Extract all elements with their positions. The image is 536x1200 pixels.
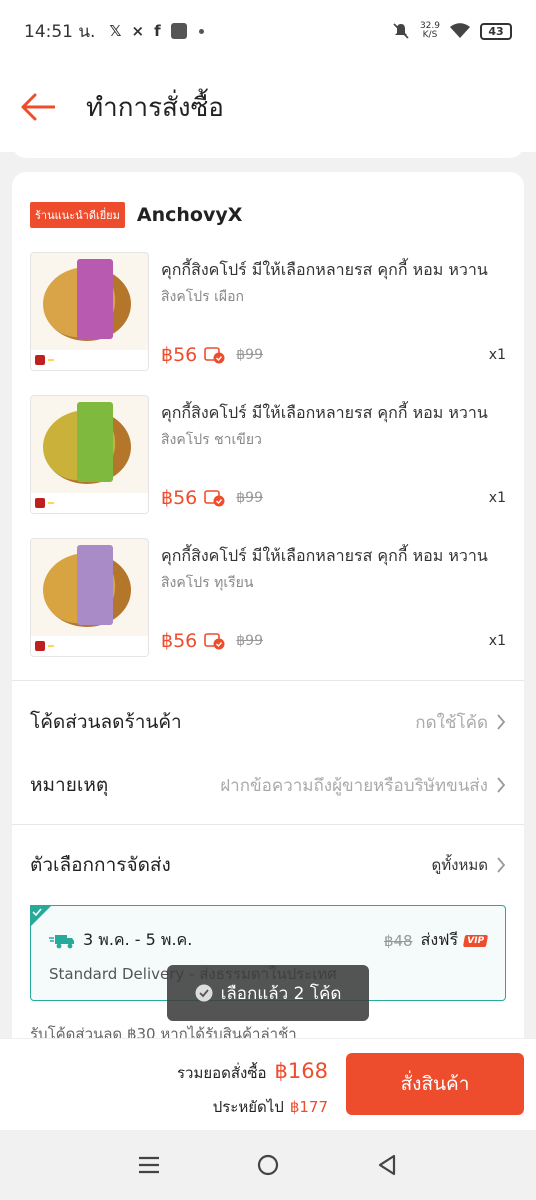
item-name: คุกกี้สิงคโปร์ มีให้เลือกหลายรส คุกกี้ ห… xyxy=(161,260,488,279)
item-variant: สิงคโปร ชาเขียว xyxy=(161,432,262,448)
item-old-price: ฿99 xyxy=(236,490,263,506)
delivery-dates: 3 พ.ค. - 5 พ.ค. xyxy=(83,930,193,949)
battery-indicator: 43 xyxy=(480,22,512,40)
item-price: ฿56 xyxy=(161,487,198,509)
note-label: หมายเหตุ xyxy=(30,774,109,796)
list-item[interactable]: คุกกี้สิงคโปร์ มีให้เลือกหลายรส คุกกี้ ห… xyxy=(30,538,506,658)
saved-value: ฿177 xyxy=(289,1098,328,1116)
app-bar: ทำการสั่งซื้อ xyxy=(0,62,536,152)
home-icon xyxy=(257,1154,279,1176)
guarantee-sticker xyxy=(48,502,54,504)
shipping-option-label: ตัวเลือกการจัดส่ง xyxy=(30,854,171,876)
wifi-icon xyxy=(450,23,470,38)
item-old-price: ฿99 xyxy=(236,347,263,363)
place-order-button[interactable]: สั่งสินค้า xyxy=(346,1053,524,1115)
shop-voucher-label: โค้ดส่วนลดร้านค้า xyxy=(30,711,182,733)
item-quantity: x1 xyxy=(488,347,506,363)
toast-message: เลือกแล้ว 2 โค้ด xyxy=(167,965,369,1021)
item-old-price: ฿99 xyxy=(236,633,263,649)
guarantee-sticker xyxy=(48,645,54,647)
shop-voucher-row[interactable]: โค้ดส่วนลดร้านค้า กดใช้โค้ด xyxy=(30,702,506,742)
item-price: ฿56 xyxy=(161,344,198,366)
shipping-old-fee: ฿48 xyxy=(383,931,413,950)
item-quantity: x1 xyxy=(488,490,506,506)
shipping-option-row[interactable]: ตัวเลือกการจัดส่ง ดูทั้งหมด xyxy=(30,845,506,885)
truck-icon xyxy=(49,934,74,948)
item-quantity: x1 xyxy=(488,633,506,649)
system-back-button[interactable] xyxy=(372,1150,402,1180)
toast-text: เลือกแล้ว 2 โค้ด xyxy=(220,983,342,1004)
coin-icon xyxy=(204,633,225,650)
shop-voucher-value: กดใช้โค้ด xyxy=(415,712,488,733)
system-nav-bar xyxy=(0,1130,536,1200)
saved-label: ประหยัดไป xyxy=(212,1098,284,1116)
chevron-right-icon xyxy=(497,714,506,730)
free-shipping-label: ส่งฟรี xyxy=(420,930,459,949)
coin-icon xyxy=(204,490,225,507)
recents-button[interactable] xyxy=(134,1150,164,1180)
chevron-right-icon xyxy=(497,857,506,873)
shop-name: AnchovyX xyxy=(136,204,243,226)
page-title: ทำการสั่งซื้อ xyxy=(86,92,224,123)
note-row[interactable]: หมายเหตุ ฝากข้อความถึงผู้ขายหรือบริษัทขน… xyxy=(30,765,506,805)
guarantee-sticker xyxy=(48,359,54,361)
status-bar: 14:51 น. 𝕏 ⨯ f 32.9 K/S 43 xyxy=(0,0,536,62)
network-speed: 32.9 K/S xyxy=(419,21,440,40)
mall-logo-icon xyxy=(35,641,45,651)
item-price: ฿56 xyxy=(161,630,198,652)
item-name: คุกกี้สิงคโปร์ มีให้เลือกหลายรส คุกกี้ ห… xyxy=(161,403,488,422)
more-notifications-icon xyxy=(198,28,204,34)
list-item[interactable]: คุกกี้สิงคโปร์ มีให้เลือกหลายรส คุกกี้ ห… xyxy=(30,395,506,515)
mall-logo-icon xyxy=(35,498,45,508)
divider xyxy=(12,824,524,825)
item-variant: สิงคโปร เผือก xyxy=(161,289,244,305)
product-thumbnail xyxy=(30,252,149,371)
product-box-image xyxy=(77,545,113,625)
back-arrow-icon xyxy=(21,93,55,121)
divider xyxy=(12,680,524,681)
app-notification-icon xyxy=(170,23,187,39)
capcut-icon: ⨯ xyxy=(131,22,145,40)
product-thumbnail xyxy=(30,395,149,514)
status-time: 14:51 น. xyxy=(24,21,96,42)
facebook-icon: f xyxy=(154,22,161,40)
product-thumbnail xyxy=(30,538,149,657)
home-button[interactable] xyxy=(253,1150,283,1180)
checkout-bar: รวมยอดสั่งซื้อ ฿168 ประหยัดไป ฿177 สั่งส… xyxy=(0,1038,536,1130)
item-name: คุกกี้สิงคโปร์ มีให้เลือกหลายรส คุกกี้ ห… xyxy=(161,546,488,565)
preferred-shop-badge: ร้านแนะนำดีเยี่ยม xyxy=(30,202,125,228)
item-variant: สิงคโปร ทุเรียน xyxy=(161,575,254,591)
back-button[interactable] xyxy=(18,87,58,127)
mall-logo-icon xyxy=(35,355,45,365)
list-item[interactable]: คุกกี้สิงคโปร์ มีให้เลือกหลายรส คุกกี้ ห… xyxy=(30,252,506,372)
chevron-right-icon xyxy=(497,777,506,793)
recents-icon xyxy=(139,1156,160,1174)
shop-header[interactable]: ร้านแนะนำดีเยี่ยม AnchovyX xyxy=(30,202,242,228)
note-input[interactable]: ฝากข้อความถึงผู้ขายหรือบริษัทขนส่ง xyxy=(220,772,488,799)
view-all-link[interactable]: ดูทั้งหมด xyxy=(432,853,488,877)
total-value: ฿168 xyxy=(274,1059,328,1083)
coin-icon xyxy=(204,347,225,364)
product-box-image xyxy=(77,402,113,482)
back-icon xyxy=(378,1154,395,1176)
order-card: ร้านแนะนำดีเยี่ยม AnchovyX คุกกี้สิงคโปร… xyxy=(12,172,524,1072)
vip-badge: VIP xyxy=(463,934,489,947)
check-circle-icon xyxy=(195,984,213,1002)
mute-bell-icon xyxy=(393,23,409,39)
product-box-image xyxy=(77,259,113,339)
address-card-edge xyxy=(12,144,524,158)
total-label: รวมยอดสั่งซื้อ xyxy=(176,1064,267,1082)
x-app-icon: 𝕏 xyxy=(109,22,122,40)
check-icon xyxy=(30,905,52,927)
